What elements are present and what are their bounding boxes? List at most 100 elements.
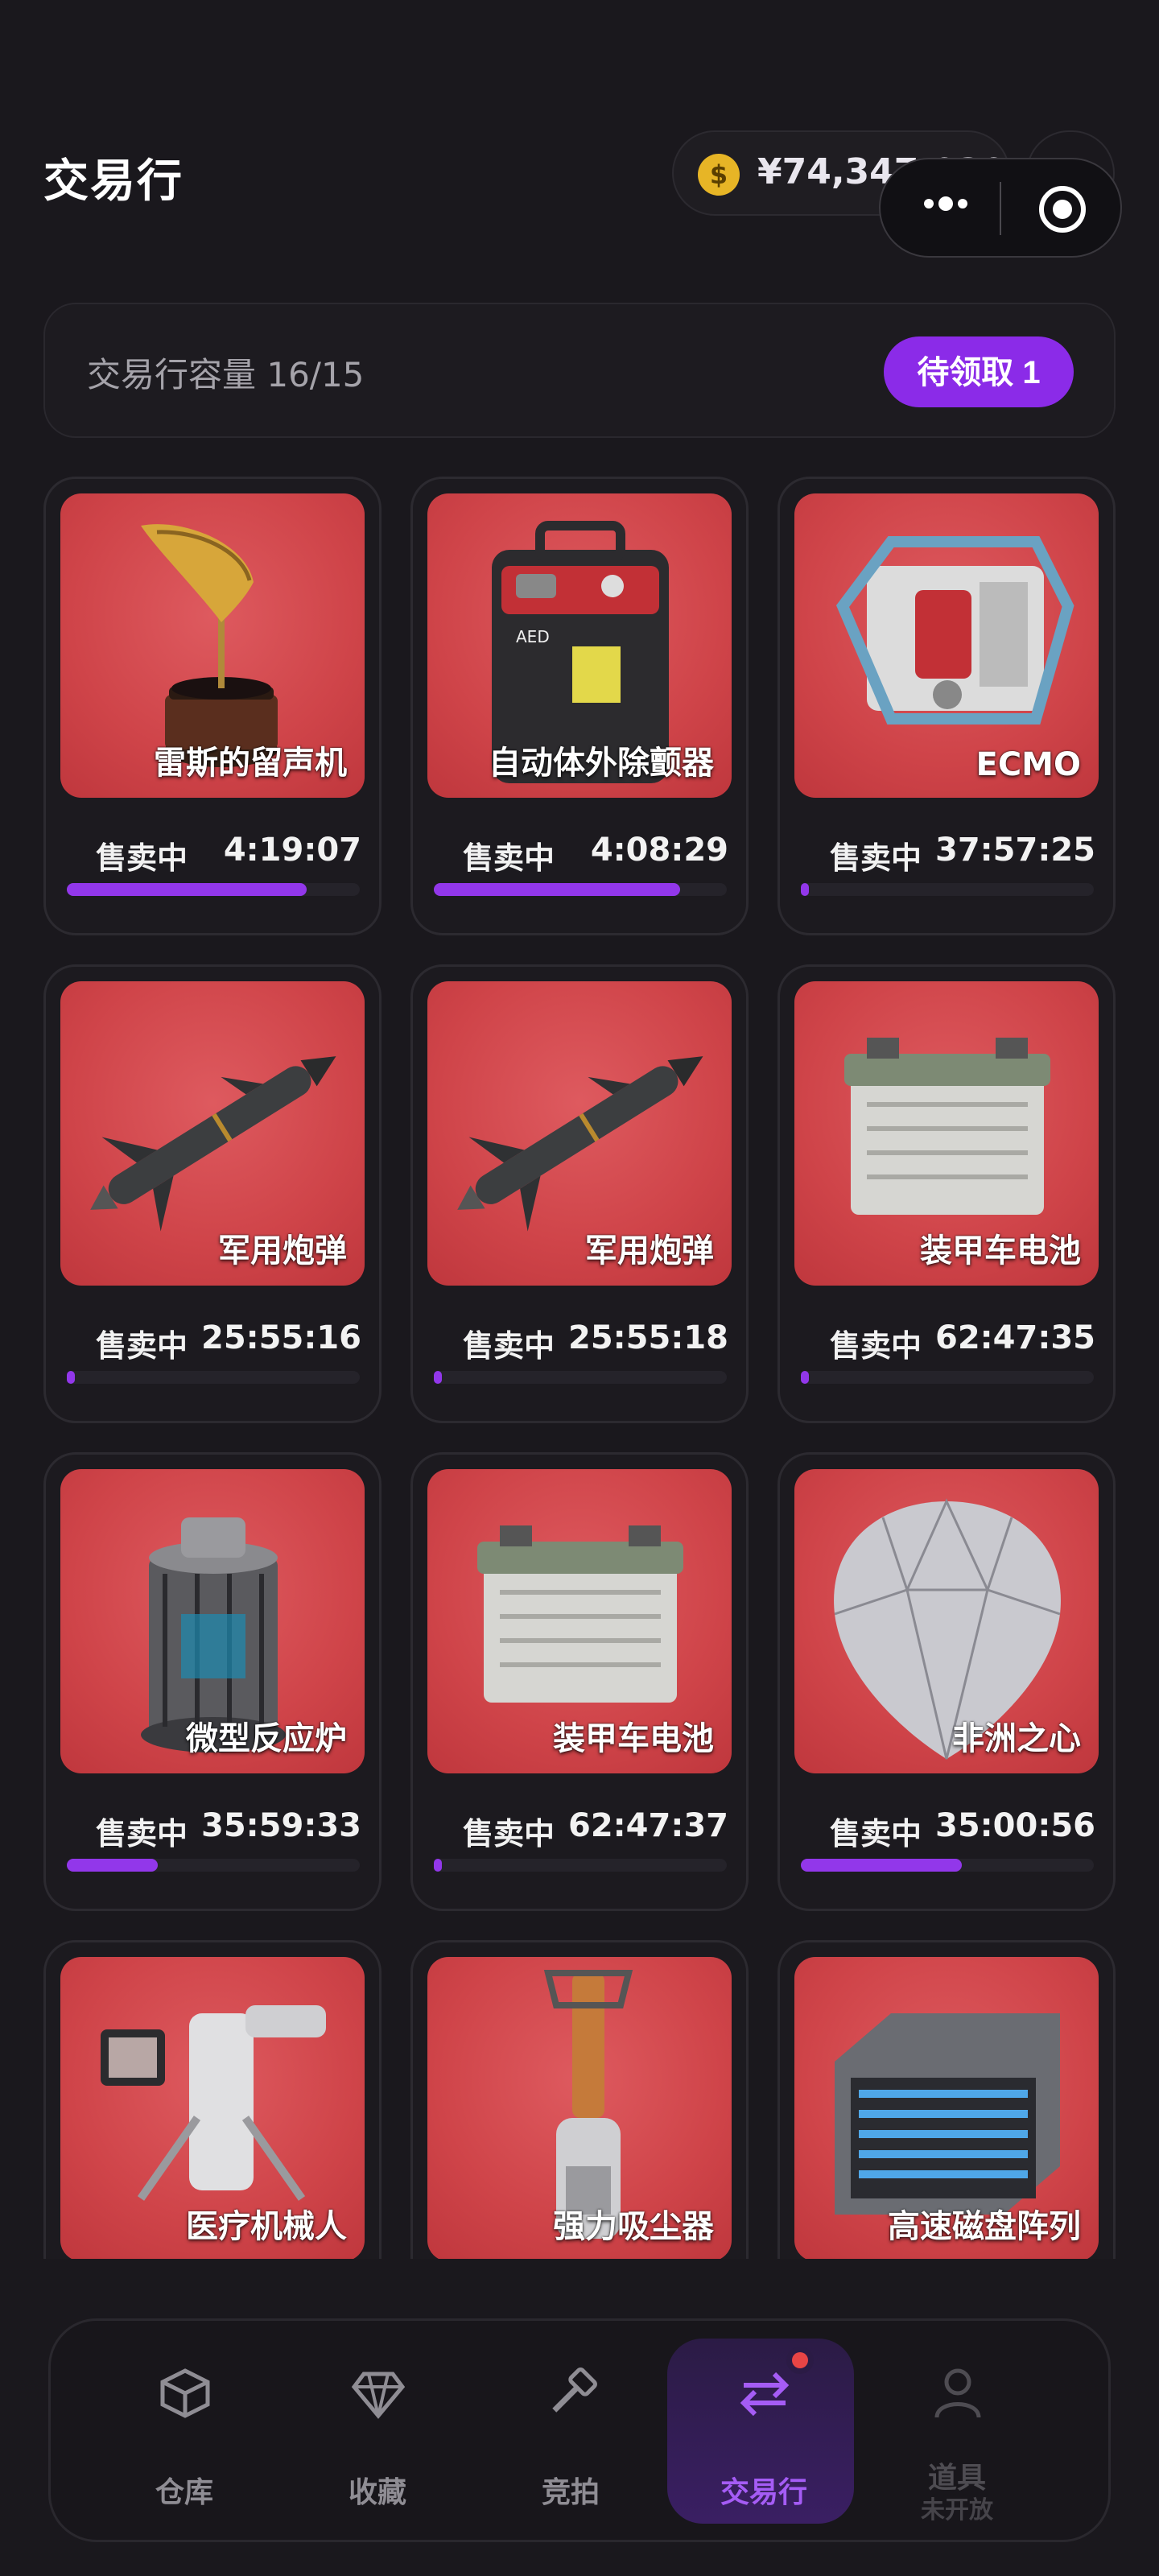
close-miniprogram-icon[interactable] bbox=[1037, 184, 1088, 235]
countdown-timer: 37:57:25 bbox=[935, 832, 1095, 869]
item-name: 高速磁盘阵列 bbox=[888, 2208, 1081, 2245]
status-label: 售卖中 bbox=[830, 1328, 922, 1364]
status-label: 售卖中 bbox=[96, 1328, 188, 1364]
item-name: 非洲之心 bbox=[952, 1720, 1081, 1757]
status-label: 售卖中 bbox=[830, 1816, 922, 1852]
countdown-timer: 4:08:29 bbox=[590, 832, 728, 869]
sale-progress-track bbox=[801, 883, 1094, 896]
item-image: 微型反应炉 bbox=[60, 1469, 365, 1773]
sale-progress-fill bbox=[801, 1859, 963, 1872]
nav-label: 交易行 bbox=[720, 2476, 807, 2509]
nav-item-exchange[interactable]: 交易行 bbox=[667, 2339, 854, 2524]
status-label: 售卖中 bbox=[463, 1328, 555, 1364]
nav-sublabel: 未开放 bbox=[921, 2496, 993, 2524]
sale-progress-fill bbox=[801, 883, 809, 896]
status-label: 售卖中 bbox=[463, 840, 555, 876]
item-name: 装甲车电池 bbox=[553, 1720, 714, 1757]
item-image: AED 自动体外除颤器 bbox=[427, 493, 732, 798]
nav-label: 仓库 bbox=[155, 2476, 213, 2509]
user-icon bbox=[934, 2368, 981, 2418]
sale-progress-track bbox=[67, 883, 360, 896]
listing-card[interactable]: 强力吸尘器售卖中 bbox=[410, 1940, 749, 2259]
countdown-timer: 4:19:07 bbox=[223, 832, 361, 869]
listing-card[interactable]: 雷斯的留声机售卖中 4:19:07 bbox=[43, 477, 382, 935]
countdown-timer: 62:47:35 bbox=[935, 1319, 1095, 1356]
listing-grid: 雷斯的留声机售卖中 4:19:07 AED 自动体外除颤器售卖中 4:08:29 ECMO… bbox=[43, 477, 1116, 2259]
listing-card[interactable]: 装甲车电池售卖中 62:47:37 bbox=[410, 1452, 749, 1911]
sale-progress-track bbox=[67, 1371, 360, 1384]
listing-card[interactable]: 军用炮弹售卖中 25:55:16 bbox=[43, 964, 382, 1423]
sale-progress-track bbox=[434, 883, 727, 896]
item-name: ECMO bbox=[975, 746, 1082, 783]
claim-button[interactable]: 待领取 1 bbox=[884, 336, 1074, 407]
sale-progress-track bbox=[801, 1859, 1094, 1872]
sale-progress-fill bbox=[434, 1371, 442, 1384]
item-name: 雷斯的留声机 bbox=[154, 745, 347, 782]
sale-progress-fill bbox=[67, 883, 307, 896]
capacity-bar: 交易行容量 16/15 待领取 1 bbox=[43, 303, 1116, 438]
gem-icon bbox=[351, 2372, 406, 2419]
nav-item-gem[interactable]: 收藏 bbox=[281, 2321, 474, 2545]
item-image: 强力吸尘器 bbox=[427, 1957, 732, 2259]
status-label: 售卖中 bbox=[96, 840, 188, 876]
listing-card[interactable]: 非洲之心售卖中 35:00:56 bbox=[777, 1452, 1116, 1911]
listing-card[interactable]: 军用炮弹售卖中 25:55:18 bbox=[410, 964, 749, 1423]
sale-progress-fill bbox=[67, 1371, 75, 1384]
box-icon bbox=[160, 2368, 210, 2418]
svg-text:AED: AED bbox=[516, 627, 550, 646]
item-image: 医疗机械人 bbox=[60, 1957, 365, 2259]
capsule-divider bbox=[1000, 182, 1001, 235]
more-icon[interactable] bbox=[924, 195, 972, 211]
sale-progress-track bbox=[434, 1371, 727, 1384]
sale-progress-track bbox=[434, 1859, 727, 1872]
capacity-label: 交易行容量 16/15 bbox=[87, 355, 365, 394]
item-name: 自动体外除颤器 bbox=[489, 745, 714, 782]
listing-card[interactable]: 微型反应炉售卖中 35:59:33 bbox=[43, 1452, 382, 1911]
countdown-timer: 35:59:33 bbox=[201, 1807, 361, 1844]
item-image: 装甲车电池 bbox=[427, 1469, 732, 1773]
exchange-icon bbox=[740, 2372, 790, 2417]
countdown-timer: 35:00:56 bbox=[935, 1807, 1095, 1844]
mini-program-capsule bbox=[879, 158, 1122, 258]
item-name: 军用炮弹 bbox=[218, 1232, 347, 1269]
listing-card[interactable]: AED 自动体外除颤器售卖中 4:08:29 bbox=[410, 477, 749, 935]
listing-card[interactable]: 高速磁盘阵列售卖中 bbox=[777, 1940, 1116, 2259]
listing-card[interactable]: ECMO 售卖中 37:57:25 bbox=[777, 477, 1116, 935]
item-image: 军用炮弹 bbox=[60, 981, 365, 1286]
bottom-nav: 仓库 收藏 竞拍 交易行 道具 未开放 bbox=[48, 2318, 1111, 2542]
item-name: 军用炮弹 bbox=[585, 1232, 714, 1269]
nav-label: 收藏 bbox=[348, 2476, 406, 2509]
countdown-timer: 25:55:16 bbox=[201, 1319, 361, 1356]
status-label: 售卖中 bbox=[96, 1816, 188, 1852]
item-image: ECMO bbox=[794, 493, 1099, 798]
coin-icon: $ bbox=[698, 154, 740, 196]
item-image: 高速磁盘阵列 bbox=[794, 1957, 1099, 2259]
item-name: 装甲车电池 bbox=[920, 1232, 1081, 1269]
listing-card[interactable]: 装甲车电池售卖中 62:47:35 bbox=[777, 964, 1116, 1423]
header: 交易行 $ ¥74,347,030 + bbox=[0, 0, 1159, 290]
nav-label: 竞拍 bbox=[541, 2476, 600, 2509]
page-title: 交易行 bbox=[43, 155, 184, 208]
notification-dot bbox=[786, 2347, 814, 2374]
item-image: 雷斯的留声机 bbox=[60, 493, 365, 798]
item-image: 非洲之心 bbox=[794, 1469, 1099, 1773]
nav-item-gavel[interactable]: 竞拍 bbox=[474, 2321, 667, 2545]
sale-progress-fill bbox=[801, 1371, 809, 1384]
listing-card[interactable]: 医疗机械人售卖中 bbox=[43, 1940, 382, 2259]
item-name: 微型反应炉 bbox=[186, 1720, 347, 1757]
gavel-icon bbox=[552, 2368, 597, 2413]
countdown-timer: 25:55:18 bbox=[568, 1319, 728, 1356]
sale-progress-fill bbox=[434, 1859, 442, 1872]
countdown-timer: 62:47:37 bbox=[568, 1807, 728, 1844]
nav-item-box[interactable]: 仓库 bbox=[88, 2321, 281, 2545]
item-image: 装甲车电池 bbox=[794, 981, 1099, 1286]
status-label: 售卖中 bbox=[830, 840, 922, 876]
item-image: 军用炮弹 bbox=[427, 981, 732, 1286]
sale-progress-track bbox=[67, 1859, 360, 1872]
sale-progress-fill bbox=[67, 1859, 158, 1872]
item-name: 强力吸尘器 bbox=[553, 2208, 714, 2245]
sale-progress-track bbox=[801, 1371, 1094, 1384]
status-label: 售卖中 bbox=[463, 1816, 555, 1852]
sale-progress-fill bbox=[434, 883, 680, 896]
item-name: 医疗机械人 bbox=[186, 2208, 347, 2245]
